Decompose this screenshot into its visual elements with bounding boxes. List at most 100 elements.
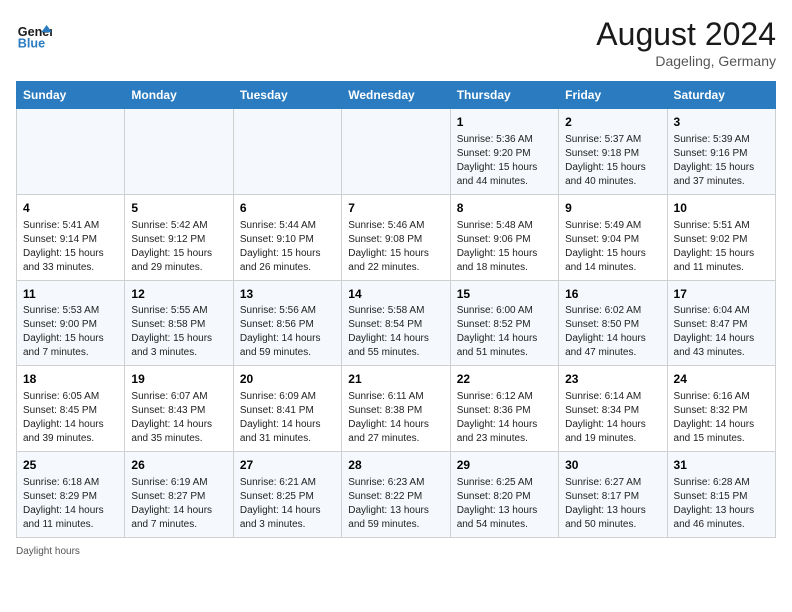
calendar-cell xyxy=(342,109,450,195)
day-number: 28 xyxy=(348,457,443,474)
day-of-week-header: Monday xyxy=(125,82,233,109)
day-info: Sunrise: 6:19 AM Sunset: 8:27 PM Dayligh… xyxy=(131,476,226,532)
calendar-cell: 1Sunrise: 5:36 AM Sunset: 9:20 PM Daylig… xyxy=(450,109,558,195)
calendar-cell: 27Sunrise: 6:21 AM Sunset: 8:25 PM Dayli… xyxy=(233,452,341,538)
day-of-week-header: Saturday xyxy=(667,82,775,109)
day-of-week-header: Tuesday xyxy=(233,82,341,109)
day-number: 26 xyxy=(131,457,226,474)
day-info: Sunrise: 5:39 AM Sunset: 9:16 PM Dayligh… xyxy=(674,133,769,189)
day-number: 19 xyxy=(131,371,226,388)
day-info: Sunrise: 6:05 AM Sunset: 8:45 PM Dayligh… xyxy=(23,390,118,446)
day-info: Sunrise: 5:58 AM Sunset: 8:54 PM Dayligh… xyxy=(348,304,443,360)
calendar-cell: 3 Sunrise: 5:39 AM Sunset: 9:16 PM Daylig… xyxy=(667,109,775,195)
day-info: Sunrise: 6:16 AM Sunset: 8:32 PM Dayligh… xyxy=(674,390,769,446)
calendar-cell: 19Sunrise: 6:07 AM Sunset: 8:43 PM Dayli… xyxy=(125,366,233,452)
calendar-cell: 8 Sunrise: 5:48 AM Sunset: 9:06 PM Daylig… xyxy=(450,194,558,280)
location: Dageling, Germany xyxy=(596,53,776,69)
day-info: Sunrise: 6:27 AM Sunset: 8:17 PM Dayligh… xyxy=(565,476,660,532)
month-year: August 2024 xyxy=(596,16,776,53)
calendar-cell: 12Sunrise: 5:55 AM Sunset: 8:58 PM Dayli… xyxy=(125,280,233,366)
day-info: Sunrise: 5:49 AM Sunset: 9:04 PM Dayligh… xyxy=(565,219,660,275)
day-info: Sunrise: 6:09 AM Sunset: 8:41 PM Dayligh… xyxy=(240,390,335,446)
day-number: 20 xyxy=(240,371,335,388)
day-number: 23 xyxy=(565,371,660,388)
day-info: Sunrise: 6:14 AM Sunset: 8:34 PM Dayligh… xyxy=(565,390,660,446)
day-info: Sunrise: 5:51 AM Sunset: 9:02 PM Dayligh… xyxy=(674,219,769,275)
day-number: 7 xyxy=(348,200,443,217)
title-block: August 2024 Dageling, Germany xyxy=(596,16,776,69)
day-number: 11 xyxy=(23,286,118,303)
calendar-cell: 26 Sunrise: 6:19 AM Sunset: 8:27 PM Dayli… xyxy=(125,452,233,538)
calendar-cell: 7 Sunrise: 5:46 AM Sunset: 9:08 PM Daylig… xyxy=(342,194,450,280)
day-number: 18 xyxy=(23,371,118,388)
day-info: Sunrise: 5:56 AM Sunset: 8:56 PM Dayligh… xyxy=(240,304,335,360)
calendar-cell xyxy=(125,109,233,195)
calendar-cell: 22 Sunrise: 6:12 AM Sunset: 8:36 PM Dayli… xyxy=(450,366,558,452)
daylight-label: Daylight hours xyxy=(16,546,80,557)
calendar-cell: 15Sunrise: 6:00 AM Sunset: 8:52 PM Dayli… xyxy=(450,280,558,366)
day-info: Sunrise: 6:00 AM Sunset: 8:52 PM Dayligh… xyxy=(457,304,552,360)
day-info: Sunrise: 6:28 AM Sunset: 8:15 PM Dayligh… xyxy=(674,476,769,532)
day-info: Sunrise: 6:25 AM Sunset: 8:20 PM Dayligh… xyxy=(457,476,552,532)
day-info: Sunrise: 6:04 AM Sunset: 8:47 PM Dayligh… xyxy=(674,304,769,360)
calendar-header: SundayMondayTuesdayWednesdayThursdayFrid… xyxy=(17,82,776,109)
calendar-cell: 9Sunrise: 5:49 AM Sunset: 9:04 PM Daylig… xyxy=(559,194,667,280)
day-number: 17 xyxy=(674,286,769,303)
day-info: Sunrise: 5:41 AM Sunset: 9:14 PM Dayligh… xyxy=(23,219,118,275)
day-number: 31 xyxy=(674,457,769,474)
calendar-cell: 16Sunrise: 6:02 AM Sunset: 8:50 PM Dayli… xyxy=(559,280,667,366)
day-info: Sunrise: 5:44 AM Sunset: 9:10 PM Dayligh… xyxy=(240,219,335,275)
day-info: Sunrise: 6:23 AM Sunset: 8:22 PM Dayligh… xyxy=(348,476,443,532)
calendar-cell: 6Sunrise: 5:44 AM Sunset: 9:10 PM Daylig… xyxy=(233,194,341,280)
day-number: 24 xyxy=(674,371,769,388)
day-number: 4 xyxy=(23,200,118,217)
day-info: Sunrise: 5:37 AM Sunset: 9:18 PM Dayligh… xyxy=(565,133,660,189)
logo: General Blue xyxy=(16,16,52,52)
day-number: 22 xyxy=(457,371,552,388)
day-info: Sunrise: 6:12 AM Sunset: 8:36 PM Dayligh… xyxy=(457,390,552,446)
day-number: 8 xyxy=(457,200,552,217)
calendar-cell: 2 Sunrise: 5:37 AM Sunset: 9:18 PM Daylig… xyxy=(559,109,667,195)
day-info: Sunrise: 5:46 AM Sunset: 9:08 PM Dayligh… xyxy=(348,219,443,275)
day-number: 25 xyxy=(23,457,118,474)
calendar-cell xyxy=(233,109,341,195)
day-number: 12 xyxy=(131,286,226,303)
day-number: 3 xyxy=(674,114,769,131)
day-number: 13 xyxy=(240,286,335,303)
day-of-week-header: Wednesday xyxy=(342,82,450,109)
logo-icon: General Blue xyxy=(16,16,52,52)
page-header: General Blue August 2024 Dageling, Germa… xyxy=(16,16,776,69)
calendar-cell: 13Sunrise: 5:56 AM Sunset: 8:56 PM Dayli… xyxy=(233,280,341,366)
day-info: Sunrise: 5:42 AM Sunset: 9:12 PM Dayligh… xyxy=(131,219,226,275)
day-number: 21 xyxy=(348,371,443,388)
day-info: Sunrise: 6:02 AM Sunset: 8:50 PM Dayligh… xyxy=(565,304,660,360)
day-number: 2 xyxy=(565,114,660,131)
day-info: Sunrise: 5:48 AM Sunset: 9:06 PM Dayligh… xyxy=(457,219,552,275)
day-number: 10 xyxy=(674,200,769,217)
footer: Daylight hours xyxy=(16,546,776,557)
day-number: 15 xyxy=(457,286,552,303)
calendar-cell: 14Sunrise: 5:58 AM Sunset: 8:54 PM Dayli… xyxy=(342,280,450,366)
calendar-cell: 18 Sunrise: 6:05 AM Sunset: 8:45 PM Dayli… xyxy=(17,366,125,452)
calendar-table: SundayMondayTuesdayWednesdayThursdayFrid… xyxy=(16,81,776,538)
calendar-cell: 23 Sunrise: 6:14 AM Sunset: 8:34 PM Dayli… xyxy=(559,366,667,452)
calendar-cell: 21 Sunrise: 6:11 AM Sunset: 8:38 PM Dayli… xyxy=(342,366,450,452)
calendar-cell xyxy=(17,109,125,195)
day-info: Sunrise: 6:11 AM Sunset: 8:38 PM Dayligh… xyxy=(348,390,443,446)
calendar-cell: 25 Sunrise: 6:18 AM Sunset: 8:29 PM Dayli… xyxy=(17,452,125,538)
day-number: 27 xyxy=(240,457,335,474)
day-number: 29 xyxy=(457,457,552,474)
calendar-cell: 5 Sunrise: 5:42 AM Sunset: 9:12 PM Daylig… xyxy=(125,194,233,280)
calendar-cell: 10 Sunrise: 5:51 AM Sunset: 9:02 PM Dayli… xyxy=(667,194,775,280)
calendar-cell: 4 Sunrise: 5:41 AM Sunset: 9:14 PM Daylig… xyxy=(17,194,125,280)
calendar-cell: 17Sunrise: 6:04 AM Sunset: 8:47 PM Dayli… xyxy=(667,280,775,366)
calendar-cell: 31 Sunrise: 6:28 AM Sunset: 8:15 PM Dayli… xyxy=(667,452,775,538)
day-number: 14 xyxy=(348,286,443,303)
day-number: 5 xyxy=(131,200,226,217)
day-number: 1 xyxy=(457,114,552,131)
day-of-week-header: Friday xyxy=(559,82,667,109)
calendar-cell: 11Sunrise: 5:53 AM Sunset: 9:00 PM Dayli… xyxy=(17,280,125,366)
calendar-cell: 29 Sunrise: 6:25 AM Sunset: 8:20 PM Dayli… xyxy=(450,452,558,538)
day-of-week-header: Sunday xyxy=(17,82,125,109)
day-info: Sunrise: 6:18 AM Sunset: 8:29 PM Dayligh… xyxy=(23,476,118,532)
